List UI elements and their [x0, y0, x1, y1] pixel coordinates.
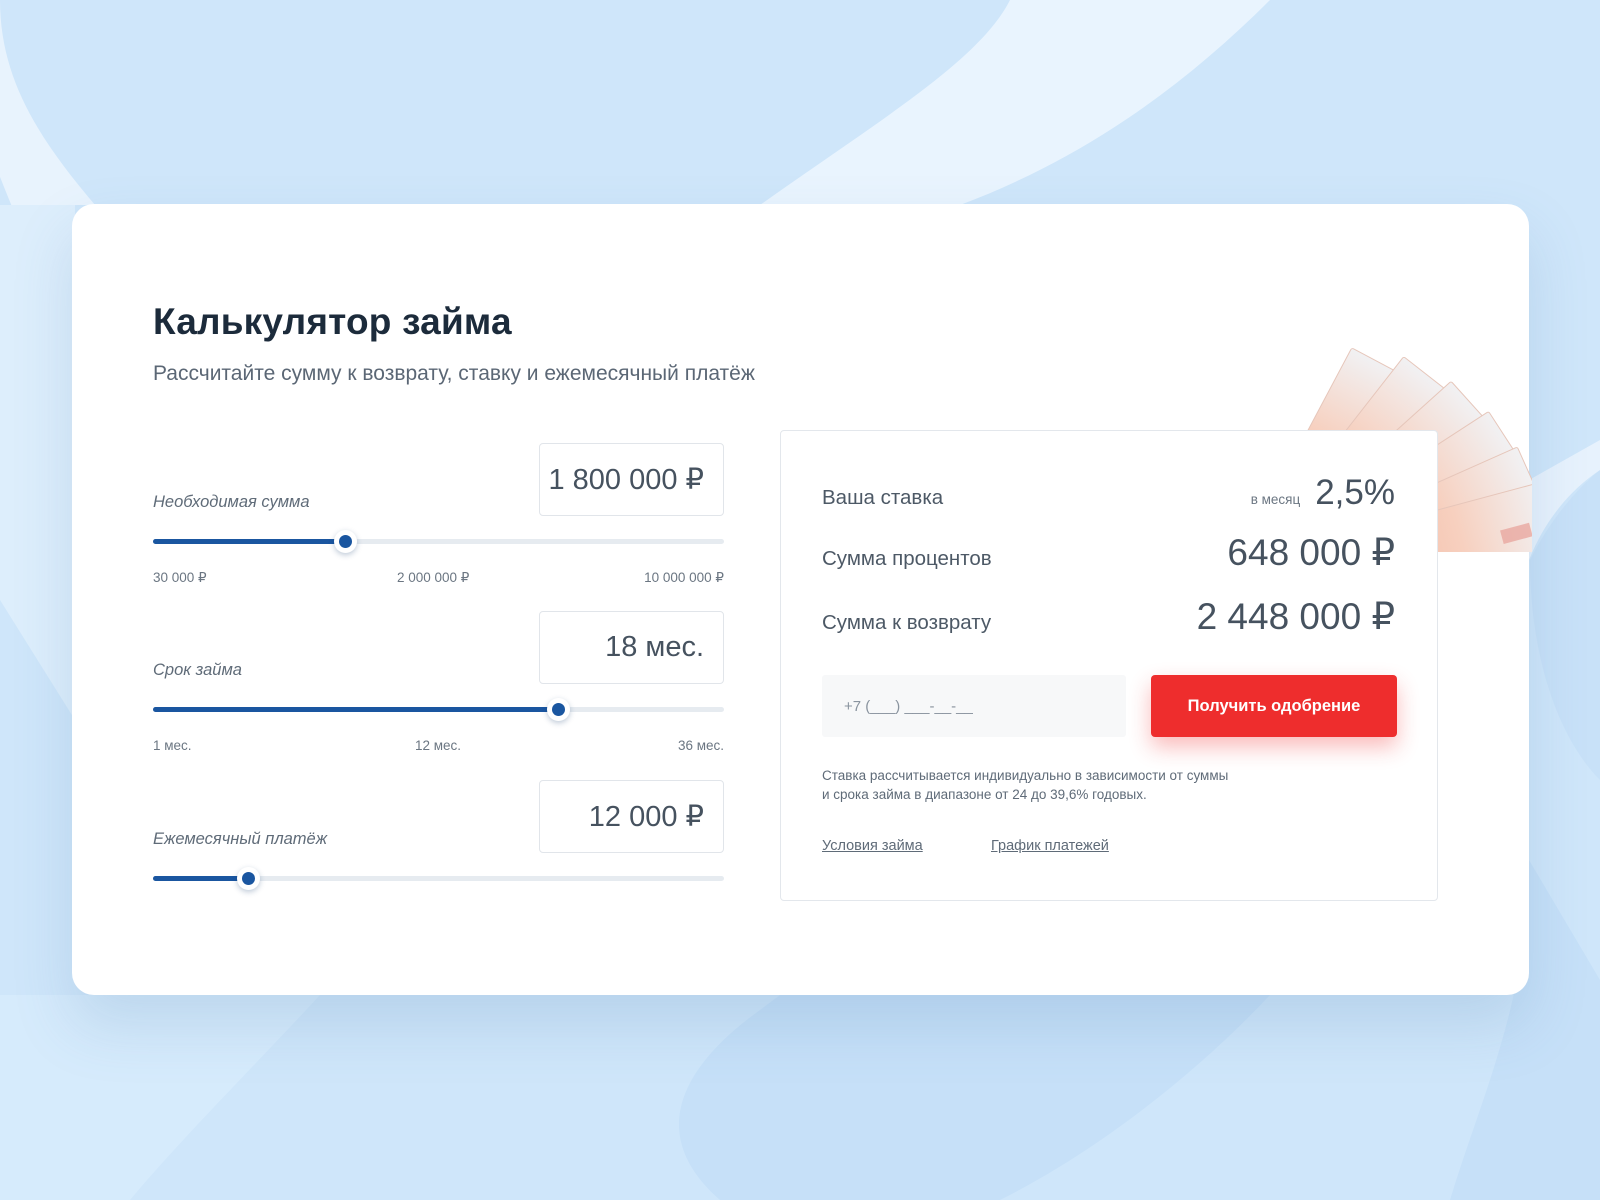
amount-value-field[interactable]: 1 800 000 ₽	[539, 443, 724, 516]
rate-note-line-2: и срока займа в диапазоне от 24 до 39,6%…	[822, 787, 1147, 802]
term-slider-fill	[153, 707, 559, 712]
amount-slider-fill	[153, 539, 346, 544]
payment-slider-track[interactable]	[153, 867, 724, 890]
rate-value: 2,5%	[1315, 473, 1395, 512]
term-slider-track[interactable]	[153, 698, 724, 721]
term-label: Срок займа	[153, 661, 242, 679]
payment-slider-fill	[153, 876, 249, 881]
interest-row: Сумма процентов 648 000 ₽	[822, 531, 1395, 574]
rate-value-group: в месяц 2,5%	[1251, 473, 1395, 513]
term-slider-group: Срок займа 18 мес. 1 мес. 12 мес. 36 мес…	[153, 611, 724, 753]
rate-label: Ваша ставка	[822, 486, 944, 509]
interest-label: Сумма процентов	[822, 547, 992, 570]
term-mid-label: 12 мес.	[415, 738, 462, 753]
amount-max-label: 10 000 000 ₽	[644, 570, 724, 585]
rate-note-line-1: Ставка рассчитывается индивидуально в за…	[822, 768, 1229, 783]
rate-period: в месяц	[1250, 492, 1301, 507]
payment-slider-thumb[interactable]	[237, 867, 261, 890]
term-slider-thumb[interactable]	[546, 698, 570, 721]
payment-slider-group: Ежемесячный платёж 12 000 ₽	[153, 780, 724, 890]
result-panel: Ваша ставка в месяц 2,5% Сумма процентов…	[780, 430, 1438, 901]
get-approval-button[interactable]: Получить одобрение	[1151, 675, 1397, 737]
phone-input[interactable]	[822, 675, 1126, 737]
payment-value-field[interactable]: 12 000 ₽	[539, 780, 724, 853]
calculator-card: Калькулятор займа Рассчитайте сумму к во…	[72, 204, 1532, 995]
total-label: Сумма к возврату	[822, 611, 992, 634]
term-max-label: 36 мес.	[677, 738, 724, 753]
loan-terms-link[interactable]: Условия займа	[822, 838, 923, 854]
page-subtitle: Рассчитайте сумму к возврату, ставку и е…	[153, 362, 755, 385]
page-title: Калькулятор займа	[153, 301, 512, 342]
amount-slider-group: Необходимая сумма 1 800 000 ₽ 30 000 ₽ 2…	[153, 443, 724, 586]
total-value: 2 448 000 ₽	[1196, 596, 1395, 637]
rate-note: Ставка рассчитывается индивидуально в за…	[822, 766, 1302, 804]
interest-value: 648 000 ₽	[1227, 532, 1395, 573]
term-min-label: 1 мес.	[153, 738, 192, 753]
term-scale: 1 мес. 12 мес. 36 мес.	[153, 738, 724, 753]
term-value-field[interactable]: 18 мес.	[539, 611, 724, 684]
amount-scale: 30 000 ₽ 2 000 000 ₽ 10 000 000 ₽	[153, 570, 724, 586]
amount-mid-label: 2 000 000 ₽	[397, 570, 470, 585]
payment-schedule-link[interactable]: График платежей	[991, 838, 1109, 854]
amount-min-label: 30 000 ₽	[153, 570, 207, 585]
amount-label: Необходимая сумма	[153, 493, 310, 511]
rate-row: Ваша ставка в месяц 2,5%	[822, 473, 1395, 513]
payment-label: Ежемесячный платёж	[153, 830, 328, 848]
amount-slider-thumb[interactable]	[333, 530, 357, 553]
amount-slider-track[interactable]	[153, 530, 724, 553]
total-row: Сумма к возврату 2 448 000 ₽	[822, 595, 1395, 638]
